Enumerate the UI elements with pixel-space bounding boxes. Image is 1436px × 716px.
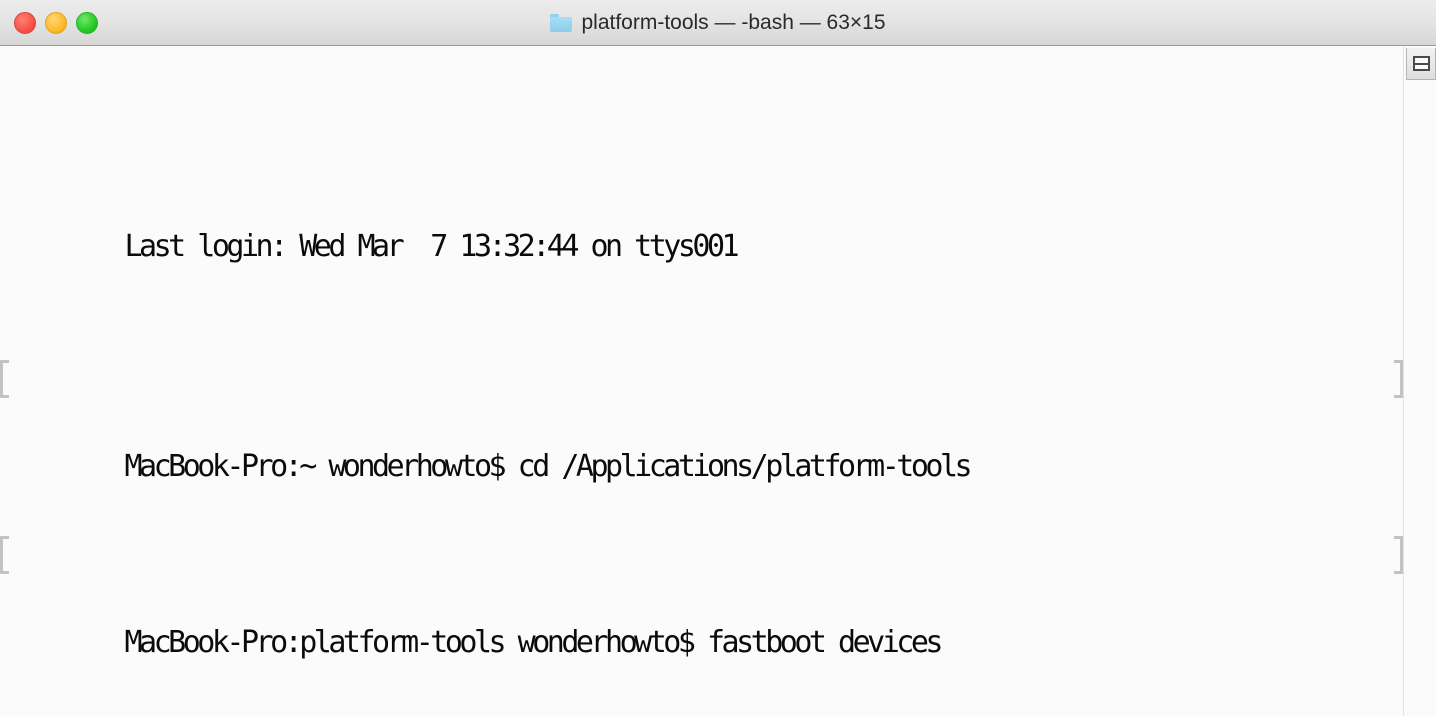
folder-icon xyxy=(550,14,573,32)
title-bar-center: platform-tools — -bash — 63×15 xyxy=(0,0,1436,45)
scrollbar-track[interactable] xyxy=(1407,82,1435,716)
window-title: platform-tools — -bash — 63×15 xyxy=(581,10,886,34)
terminal-line: MacBook-Pro:platform-tools wonderhowto$ … xyxy=(0,533,1403,660)
split-pane-icon xyxy=(1412,56,1430,71)
terminal-line: Last login: Wed Mar 7 13:32:44 on ttys00… xyxy=(8,181,1403,264)
prompt-mark-left-icon xyxy=(0,536,9,574)
title-bar[interactable]: platform-tools — -bash — 63×15 xyxy=(0,0,1436,46)
minimize-button[interactable] xyxy=(45,11,67,34)
vertical-scrollbar[interactable] xyxy=(1403,46,1436,716)
split-pane-button[interactable] xyxy=(1406,48,1436,80)
terminal-output-area[interactable]: Last login: Wed Mar 7 13:32:44 on ttys00… xyxy=(0,46,1436,716)
prompt-mark-left-icon xyxy=(0,360,9,398)
zoom-button[interactable] xyxy=(76,11,98,34)
window-controls xyxy=(14,0,98,45)
close-button[interactable] xyxy=(14,11,36,34)
terminal-line-text: MacBook-Pro:platform-tools wonderhowto$ … xyxy=(124,625,944,660)
prompt-mark-right-icon xyxy=(1394,536,1403,574)
terminal-line: MacBook-Pro:~ wonderhowto$ cd /Applicati… xyxy=(0,357,1403,484)
terminal-line-text: MacBook-Pro:~ wonderhowto$ cd /Applicati… xyxy=(124,449,973,484)
terminal-line-text: Last login: Wed Mar 7 13:32:44 on ttys00… xyxy=(124,229,740,264)
terminal-line: FA69X0307753 fastboot xyxy=(8,709,1403,716)
terminal-window: platform-tools — -bash — 63×15 Last logi… xyxy=(0,0,1436,716)
terminal-screen: Last login: Wed Mar 7 13:32:44 on ttys00… xyxy=(0,49,1403,716)
prompt-mark-right-icon xyxy=(1394,360,1403,398)
